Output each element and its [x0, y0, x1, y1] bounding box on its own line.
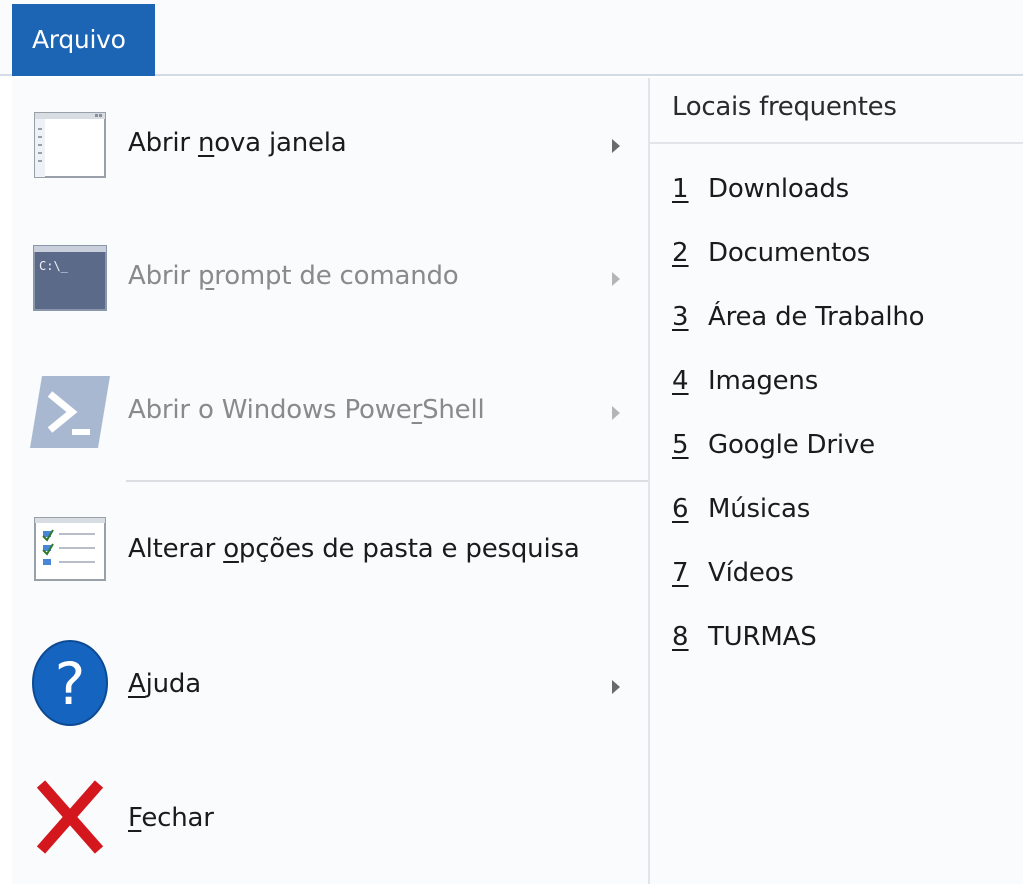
submenu-arrow-icon [612, 406, 620, 420]
recent-item-name: Área de Trabalho [708, 302, 925, 332]
recent-item-name: Vídeos [708, 558, 794, 588]
frequent-places-panel: Locais frequentes 1 Downloads 2 Document… [648, 78, 1023, 884]
recent-item-number: 7 [672, 558, 689, 588]
recent-item-number: 1 [672, 174, 689, 204]
submenu-arrow-icon [612, 272, 620, 286]
menu-item-label: Fechar [128, 803, 214, 833]
header-divider [650, 142, 1023, 144]
recent-item[interactable]: 2 Documentos [650, 228, 1023, 286]
new-window-icon [28, 100, 112, 190]
menu-item-folder-options[interactable]: Alterar opções de pasta e pesquisa [12, 492, 648, 612]
recent-item[interactable]: 7 Vídeos [650, 548, 1023, 606]
menu-item-label: Abrir nova janela [128, 128, 347, 158]
menu-item-label: Abrir prompt de comando [128, 261, 459, 291]
file-tab[interactable]: Arquivo [12, 4, 155, 76]
menu-item-command-prompt[interactable]: C:\_ Abrir prompt de comando [12, 218, 648, 338]
help-icon: ? [28, 638, 112, 728]
recent-item[interactable]: 4 Imagens [650, 356, 1023, 414]
recent-item[interactable]: 1 Downloads [650, 164, 1023, 222]
menu-item-close[interactable]: Fechar [12, 760, 648, 880]
recent-item-name: Documentos [708, 238, 871, 268]
svg-text:?: ? [55, 650, 86, 718]
svg-text:C:\_: C:\_ [39, 259, 69, 273]
close-x-icon [28, 772, 112, 862]
frequent-places-header: Locais frequentes [672, 92, 897, 122]
menu-separator [126, 480, 648, 482]
ribbon-bar: Arquivo [0, 0, 1023, 76]
powershell-icon [28, 367, 112, 457]
menu-item-help[interactable]: ? Ajuda [12, 626, 648, 746]
menu-item-label: Alterar opções de pasta e pesquisa [128, 534, 580, 564]
recent-item[interactable]: 8 TURMAS [650, 612, 1023, 670]
recent-item[interactable]: 5 Google Drive [650, 420, 1023, 478]
recent-item[interactable]: 6 Músicas [650, 484, 1023, 542]
recent-item-name: Imagens [708, 366, 819, 396]
recent-item-number: 3 [672, 302, 689, 332]
menu-item-powershell[interactable]: Abrir o Windows PowerShell [12, 352, 648, 472]
submenu-arrow-icon [612, 680, 620, 694]
folder-options-icon [28, 504, 112, 594]
recent-item-number: 2 [672, 238, 689, 268]
recent-item-number: 8 [672, 622, 689, 652]
recent-item-name: Google Drive [708, 430, 875, 460]
recent-item-name: Músicas [708, 494, 811, 524]
file-menu-commands: Abrir nova janela C:\_ Abrir prompt de c… [12, 78, 648, 884]
command-prompt-icon: C:\_ [28, 233, 112, 323]
menu-item-label: Ajuda [128, 669, 201, 699]
submenu-arrow-icon [612, 139, 620, 153]
menu-item-label: Abrir o Windows PowerShell [128, 395, 485, 425]
recent-item-number: 5 [672, 430, 689, 460]
recent-item[interactable]: 3 Área de Trabalho [650, 292, 1023, 350]
recent-item-number: 6 [672, 494, 689, 524]
recent-item-name: TURMAS [708, 622, 817, 652]
menu-item-new-window[interactable]: Abrir nova janela [12, 85, 648, 205]
recent-item-name: Downloads [708, 174, 849, 204]
recent-item-number: 4 [672, 366, 689, 396]
